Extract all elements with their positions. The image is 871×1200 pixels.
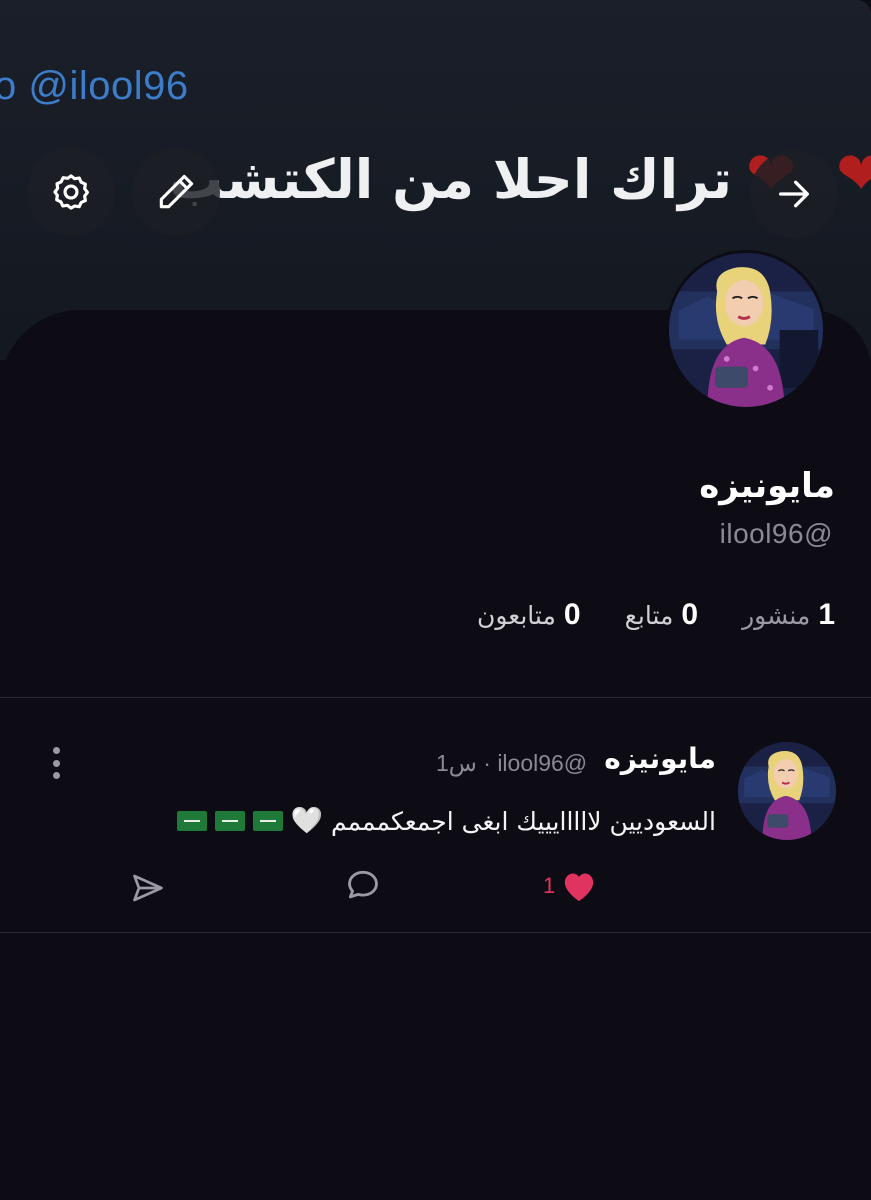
stat-value: 0 <box>563 598 581 631</box>
stat-label: متابع <box>624 601 674 630</box>
divider <box>0 697 871 698</box>
profile-avatar[interactable] <box>666 250 826 410</box>
more-options-button[interactable] <box>44 744 68 782</box>
reply-button[interactable] <box>344 866 382 904</box>
back-button[interactable] <box>750 150 838 238</box>
more-dot-icon <box>52 747 60 754</box>
divider <box>0 932 871 933</box>
banner-mention: o @ilool96 <box>0 64 189 108</box>
heart-icon <box>565 873 594 901</box>
post-author-name[interactable]: مايونيزه <box>604 742 716 775</box>
arrow-right-icon <box>779 180 809 208</box>
send-icon <box>133 874 163 902</box>
settings-button[interactable] <box>27 148 115 236</box>
profile-handle: ilool96@ <box>719 518 833 549</box>
post-meta: 1س · ilool96@ <box>436 750 588 776</box>
stat-posts[interactable]: 1 منشور <box>742 598 835 632</box>
avatar-image <box>669 253 823 407</box>
like-button[interactable]: 1 <box>543 866 599 906</box>
stat-value: 0 <box>681 598 699 631</box>
stat-label: منشور <box>742 601 811 630</box>
saudi-flag-icon <box>252 811 283 831</box>
saudi-flag-icon <box>214 811 245 831</box>
post-author-avatar[interactable] <box>738 742 836 840</box>
like-count: 1 <box>543 873 556 898</box>
stat-value: 1 <box>818 598 835 631</box>
profile-stats: 0 متابعون 0 متابع 1 منشور <box>477 598 835 632</box>
share-button[interactable] <box>130 870 166 906</box>
post-body: السعوديين لااااايييك ابغى اجمعكمممم 🤍 <box>176 806 716 836</box>
banner-heart-icon: ❤ <box>836 139 871 209</box>
pencil-icon <box>159 174 194 209</box>
white-heart-emoji: 🤍 <box>290 806 323 836</box>
more-dot-icon <box>52 759 60 767</box>
stat-label: متابعون <box>477 601 556 630</box>
post-text: السعوديين لااااايييك ابغى اجمعكمممم <box>330 806 716 836</box>
avatar-image <box>738 742 836 840</box>
edit-profile-button[interactable] <box>132 148 220 236</box>
display-name: مايونيزه <box>699 466 835 506</box>
saudi-flag-icon <box>176 811 207 831</box>
gear-icon <box>53 174 90 210</box>
comment-icon <box>348 870 378 899</box>
stat-followers[interactable]: 0 متابعون <box>477 598 581 632</box>
more-dot-icon <box>52 772 60 779</box>
stat-following[interactable]: 0 متابع <box>625 598 699 632</box>
